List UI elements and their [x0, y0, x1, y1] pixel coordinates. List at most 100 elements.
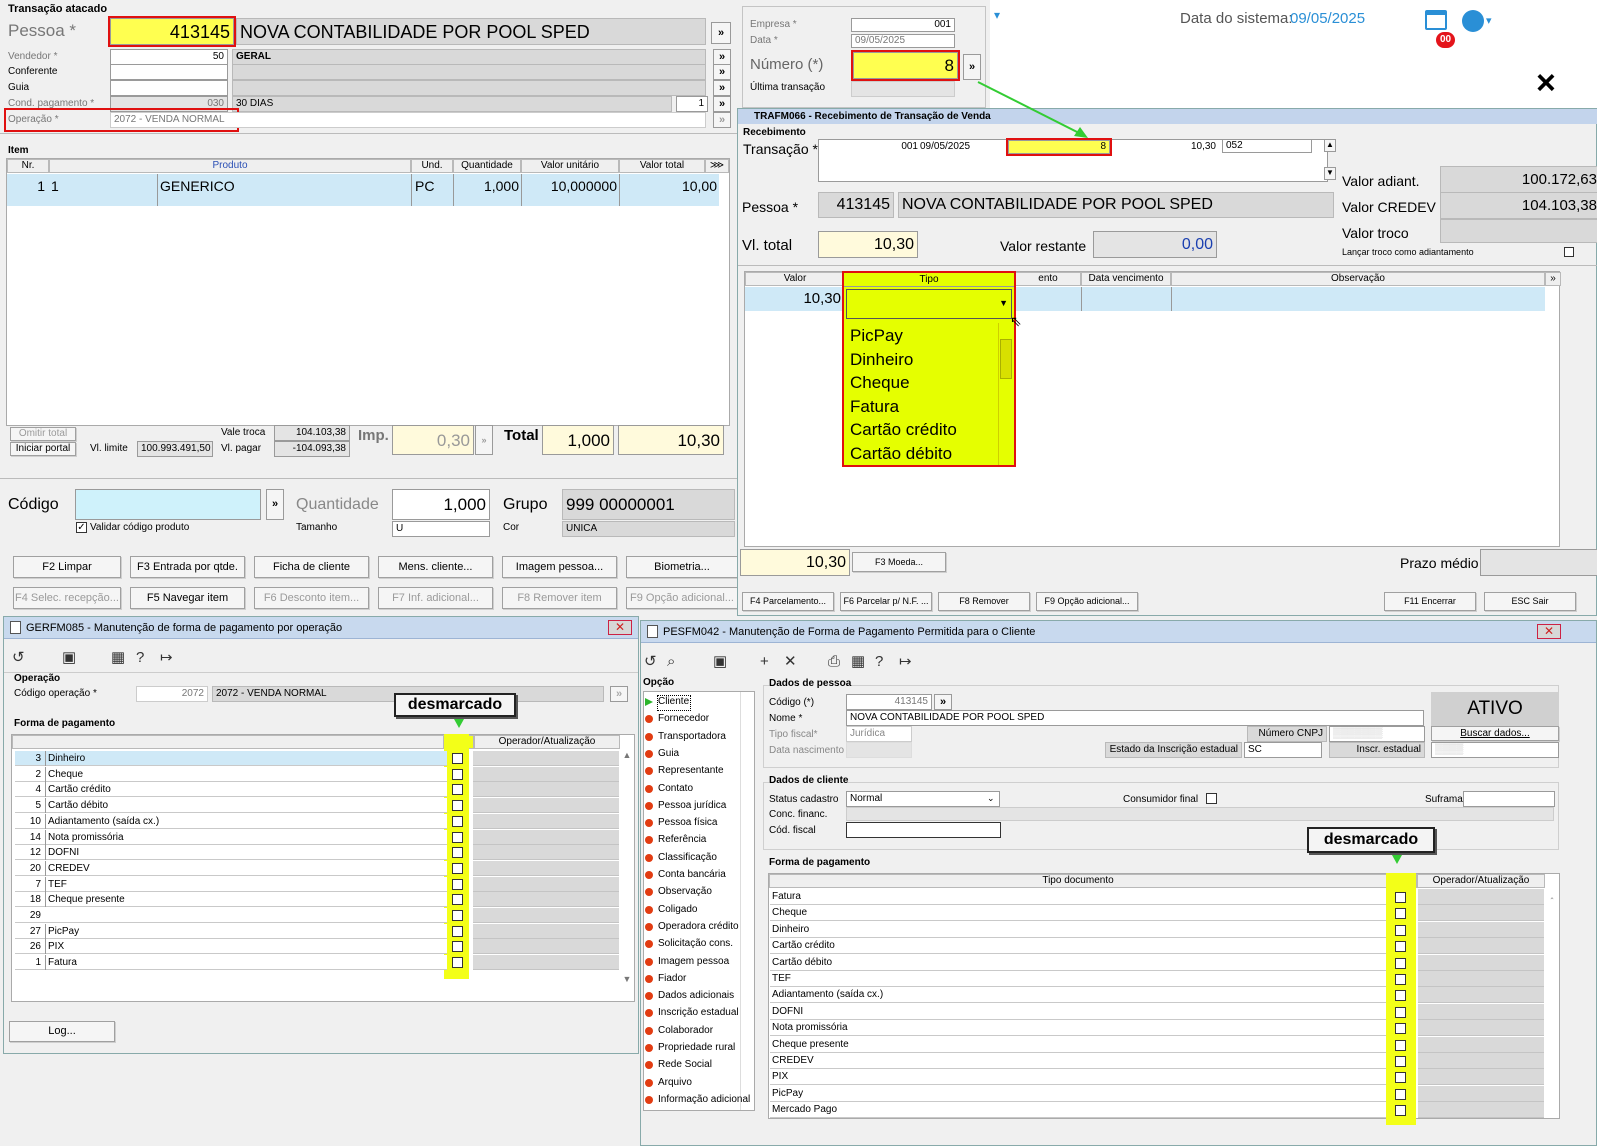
payment-checkbox[interactable] — [452, 847, 463, 859]
table-row[interactable]: Mercado Pago — [770, 1102, 1386, 1119]
payment-checkbox[interactable] — [1395, 957, 1406, 969]
chevron-down-icon[interactable]: ▼ — [999, 298, 1008, 308]
f11-encerrar-button[interactable]: F11 Encerrar — [1384, 592, 1476, 611]
dropdown-option[interactable]: Cartão débito — [850, 443, 952, 465]
cod-fiscal-field[interactable] — [846, 822, 1001, 838]
cond-pagamento-num[interactable]: 1 — [676, 96, 708, 112]
exit-icon[interactable]: ↦ — [899, 653, 912, 670]
option-item[interactable]: Arquivo — [645, 1074, 692, 1091]
mens-cliente-button[interactable]: Mens. cliente... — [378, 556, 493, 578]
payment-checkbox[interactable] — [452, 768, 463, 780]
calendar-icon[interactable]: ▦ — [851, 653, 865, 670]
nome-field[interactable]: NOVA CONTABILIDADE POR POOL SPED — [846, 710, 1424, 726]
codigo-operacao-field[interactable]: 2072 — [136, 686, 208, 702]
data-field[interactable]: 09/05/2025 — [851, 34, 955, 48]
inscr-estadual-field[interactable]: ▒▒▒▒ — [1431, 742, 1559, 758]
option-item[interactable]: Dados adicionais — [645, 987, 734, 1004]
table-row[interactable]: Fatura — [770, 889, 1386, 905]
consumidor-final-checkbox[interactable] — [1206, 793, 1217, 804]
imp-detail-button[interactable]: » — [475, 425, 493, 455]
payment-checkbox[interactable] — [1395, 1056, 1406, 1067]
table-row[interactable]: PicPay — [770, 1085, 1386, 1102]
f2-limpar-button[interactable]: F2 Limpar — [13, 556, 121, 578]
guia-lookup-button[interactable]: » — [713, 80, 731, 96]
payment-checkbox[interactable] — [1395, 924, 1406, 936]
f8-remover-button[interactable]: F8 Remover — [938, 592, 1030, 611]
conferente-code-field[interactable] — [110, 64, 228, 80]
option-item[interactable]: Cliente — [645, 693, 689, 710]
payment-checkbox[interactable] — [1395, 941, 1406, 953]
transacao-scroll[interactable]: ▲ — [1324, 139, 1336, 152]
option-item[interactable]: Informação adicional — [645, 1091, 750, 1108]
estado-ie-field[interactable]: SC — [1244, 742, 1322, 758]
imagem-pessoa-button[interactable]: Imagem pessoa... — [502, 556, 617, 578]
table-row[interactable]: TEF — [770, 971, 1386, 987]
option-item[interactable]: Pessoa física — [645, 814, 717, 831]
table-row[interactable]: 12 DOFNI — [15, 845, 447, 861]
table-row[interactable]: 1 1 GENERICO PC 1,000 10,000000 10,00 — [7, 174, 719, 206]
add-icon[interactable]: + — [760, 653, 769, 670]
codigo-lookup-button[interactable]: » — [266, 489, 284, 520]
payment-checkbox[interactable] — [1395, 1072, 1406, 1084]
validar-checkbox[interactable]: ✓ — [76, 522, 87, 533]
option-item[interactable]: Contato — [645, 780, 693, 797]
suframa-field[interactable] — [1463, 791, 1555, 807]
option-item[interactable]: Transportadora — [645, 728, 726, 745]
table-row[interactable]: Cartão crédito — [770, 938, 1386, 955]
omitir-total-button[interactable]: Omitir total — [10, 427, 76, 441]
col-vencimento[interactable]: Data vencimento — [1081, 272, 1171, 286]
save-icon[interactable]: ▣ — [713, 653, 727, 670]
option-item[interactable]: Classificação — [645, 849, 717, 866]
buscar-dados-button[interactable]: Buscar dados... — [1431, 726, 1559, 741]
table-row[interactable]: 14 Nota promissória — [15, 829, 447, 845]
f5-navegar-button[interactable]: F5 Navegar item — [130, 587, 245, 609]
col-observacao[interactable]: Observação — [1171, 272, 1545, 286]
payment-checkbox[interactable] — [1395, 892, 1406, 903]
payment-checkbox[interactable] — [1395, 1088, 1406, 1100]
payment-checkbox[interactable] — [452, 910, 463, 921]
undo-icon[interactable]: ↺ — [644, 653, 657, 670]
vendedor-lookup-button[interactable]: » — [713, 49, 731, 65]
table-row[interactable]: 1 Fatura — [15, 955, 447, 971]
f6-parcelar-button[interactable]: F6 Parcelar p/ N.F. ... — [840, 592, 932, 611]
transacao-scroll-down[interactable]: ▼ — [1324, 167, 1336, 180]
option-item[interactable]: Imagem pessoa — [645, 953, 729, 970]
log-button[interactable]: Log... — [9, 1021, 115, 1042]
tamanho-field[interactable]: U — [392, 521, 490, 537]
option-item[interactable]: Inscrição estadual — [645, 1004, 739, 1021]
grid-scrollbar[interactable]: ▲ ▼ — [620, 750, 634, 1000]
user-avatar-icon[interactable] — [1462, 10, 1484, 32]
undo-icon[interactable]: ↺ — [12, 649, 25, 666]
table-row[interactable]: PIX — [770, 1069, 1386, 1086]
table-row[interactable]: Adiantamento (saída cx.) — [770, 987, 1386, 1004]
option-item[interactable]: Representante — [645, 762, 724, 779]
dropdown-option[interactable]: Fatura — [850, 396, 899, 418]
payment-checkbox[interactable] — [1395, 1105, 1406, 1117]
codigo-lookup-button[interactable]: » — [934, 694, 952, 710]
save-icon[interactable]: ▣ — [62, 649, 76, 666]
operacao-lookup-button[interactable]: » — [610, 686, 628, 702]
col-quantidade[interactable]: Quantidade — [453, 159, 521, 173]
option-item[interactable]: Colaborador — [645, 1022, 713, 1039]
options-scrollbar[interactable] — [998, 323, 1012, 465]
operacao-field[interactable]: 2072 - VENDA NORMAL — [110, 112, 706, 128]
option-item[interactable]: Guia — [645, 745, 679, 762]
option-item[interactable]: Fornecedor — [645, 710, 709, 727]
payment-checkbox[interactable] — [452, 815, 463, 827]
pessoa-lookup-button[interactable]: » — [711, 22, 731, 44]
tipo-select[interactable]: ▼ — [846, 289, 1012, 319]
tipo-dropdown[interactable]: Tipo ▼ PicPay Dinheiro Cheque Fatura Cartão … — [842, 271, 1016, 467]
table-row[interactable]: 27 PicPay — [15, 923, 447, 939]
table-row[interactable]: 4 Cartão crédito — [15, 782, 447, 798]
vendedor-code-field[interactable]: 50 — [110, 49, 228, 65]
payment-checkbox[interactable] — [452, 784, 463, 796]
delete-icon[interactable]: ✕ — [784, 653, 797, 670]
biometria-button[interactable]: Biometria... — [626, 556, 738, 578]
option-item[interactable]: Rede Social — [645, 1056, 712, 1073]
dropdown-option[interactable]: Dinheiro — [850, 349, 913, 371]
payment-checkbox[interactable] — [452, 862, 463, 874]
list-scrollbar[interactable] — [740, 692, 754, 1110]
table-row[interactable]: 29 — [15, 908, 447, 923]
exit-icon[interactable]: ↦ — [160, 649, 173, 666]
table-row[interactable]: 5 Cartão débito — [15, 798, 447, 814]
